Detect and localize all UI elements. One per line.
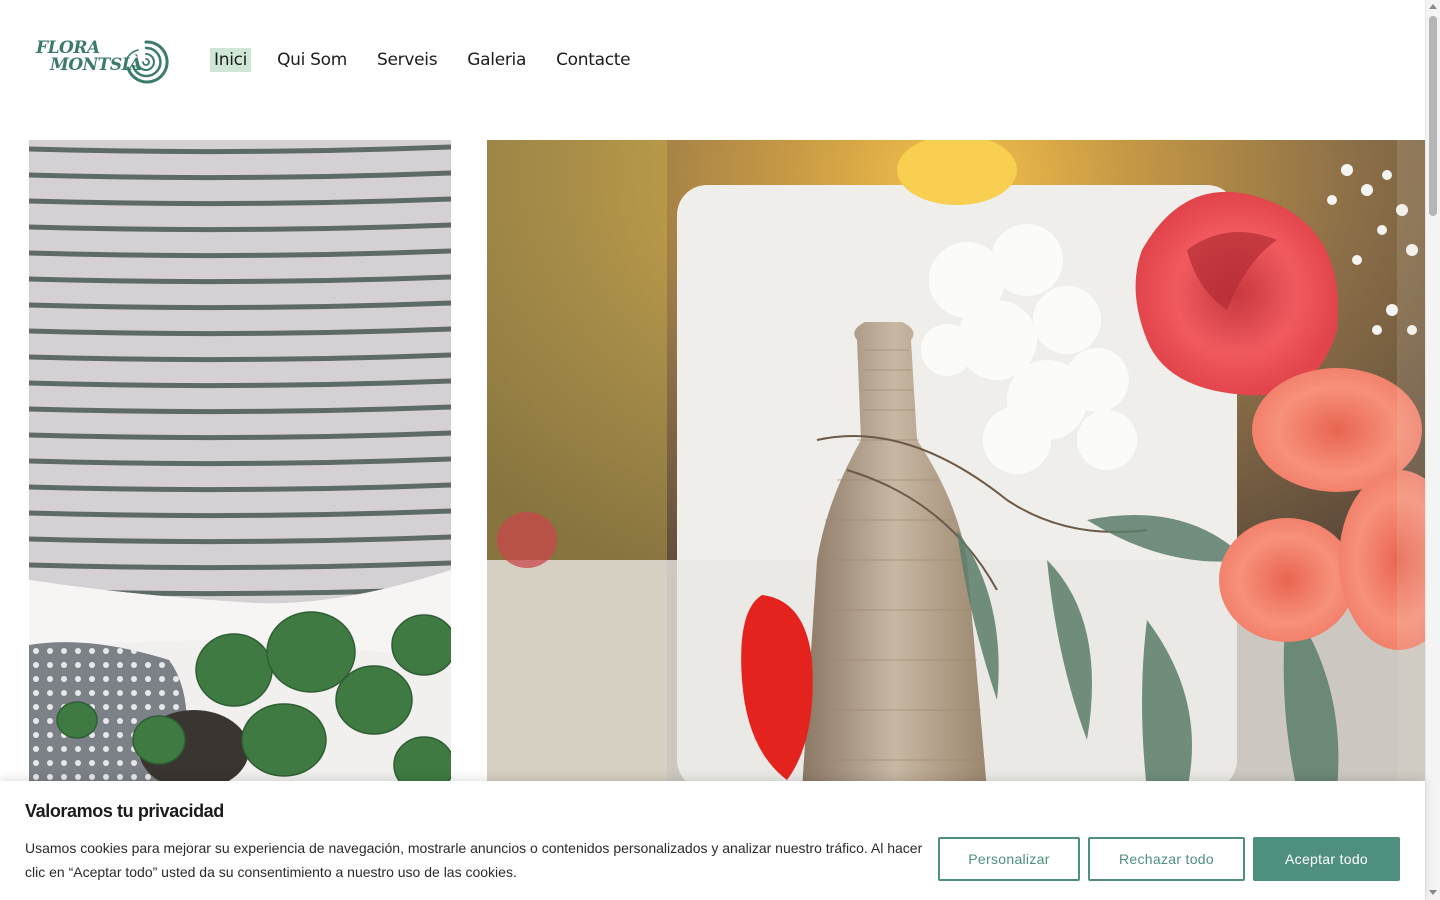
person-holding-plant-photo xyxy=(29,140,451,790)
nav-item-serveis[interactable]: Serveis xyxy=(377,48,438,72)
accept-all-button[interactable]: Aceptar todo xyxy=(1253,837,1400,881)
nav-item-qui-som[interactable]: Qui Som xyxy=(277,48,347,72)
scrollbar-thumb[interactable] xyxy=(1429,16,1437,216)
flower-arrangement-photo xyxy=(487,140,1425,790)
main-nav: Inici Qui Som Serveis Galeria Contacte xyxy=(210,48,660,72)
scroll-down-arrow-icon[interactable] xyxy=(1429,890,1437,895)
nav-item-galeria[interactable]: Galeria xyxy=(467,48,526,72)
spiral-logo-icon xyxy=(125,40,169,84)
customize-button[interactable]: Personalizar xyxy=(938,837,1080,881)
reject-all-button[interactable]: Rechazar todo xyxy=(1088,837,1245,881)
page-scrollbar[interactable] xyxy=(1425,0,1440,900)
cookie-consent-banner: Valoramos tu privacidad Usamos cookies p… xyxy=(0,781,1425,900)
cookie-banner-text: Usamos cookies para mejorar su experienc… xyxy=(25,840,923,880)
flower-arrangement-illustration xyxy=(487,140,1425,790)
cookie-banner-title: Valoramos tu privacidad xyxy=(25,801,224,821)
nav-item-inici[interactable]: Inici xyxy=(210,48,252,72)
nav-item-contacte[interactable]: Contacte xyxy=(556,48,631,72)
scroll-up-arrow-icon[interactable] xyxy=(1429,4,1437,9)
person-holding-plant-illustration xyxy=(29,140,451,790)
site-header: FLORA MONTSIÀ Inici Qui Som Serveis Gale… xyxy=(0,0,1425,120)
site-logo[interactable]: FLORA MONTSIÀ xyxy=(36,38,170,86)
